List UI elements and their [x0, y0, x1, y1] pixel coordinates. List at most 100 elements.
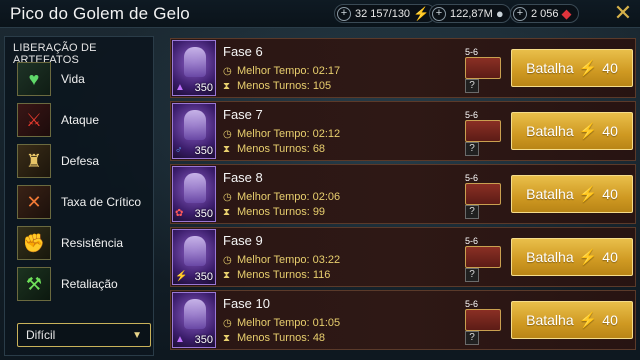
- question-icon[interactable]: ?: [465, 79, 479, 93]
- min-turns-line: ⧗ Menos Turnos: 68: [223, 143, 325, 155]
- stage-row[interactable]: ⚡ 350 Fase 9 ◷ Melhor Tempo: 03:22 ⧗ Menos…: [170, 227, 636, 287]
- add-gems-icon[interactable]: +: [513, 6, 527, 21]
- min-turns-line: ⧗ Menos Turnos: 116: [223, 269, 330, 281]
- battle-button[interactable]: Batalha ⚡ 40: [511, 238, 633, 276]
- sidebar-item-taxa-critico[interactable]: ✕ Taxa de Crítico: [17, 185, 149, 219]
- best-time-line: ◷ Melhor Tempo: 02:12: [223, 128, 340, 140]
- question-icon[interactable]: ?: [465, 331, 479, 345]
- reward-chest-icon[interactable]: [465, 246, 501, 268]
- clock-icon: ◷: [223, 317, 232, 329]
- golem-helm-icon: [184, 47, 206, 77]
- best-time: Melhor Tempo: 03:22: [237, 254, 341, 266]
- best-time: Melhor Tempo: 01:05: [237, 317, 341, 329]
- battle-label: Batalha: [526, 249, 574, 265]
- energy-bolt-icon: ⚡: [578, 249, 598, 266]
- reward-chest-icon[interactable]: [465, 120, 501, 142]
- hourglass-icon: ⧗: [223, 143, 231, 155]
- difficulty-value: Difícil: [26, 328, 56, 342]
- energy-cost: 40: [602, 249, 618, 265]
- hourglass-icon: ⧗: [223, 206, 231, 218]
- top-bar: Pico do Golem de Gelo + 32 157/130 ⚡ + 1…: [0, 0, 640, 28]
- question-icon[interactable]: ?: [465, 205, 479, 219]
- stage-row[interactable]: ✿ 350 Fase 8 ◷ Melhor Tempo: 02:06 ⧗ Menos…: [170, 164, 636, 224]
- battle-label: Batalha: [526, 123, 574, 139]
- golem-helm-icon: [184, 299, 206, 329]
- energy-bolt-icon: ⚡: [578, 312, 598, 329]
- silver-coin-icon: ●: [495, 6, 504, 21]
- back-icon[interactable]: ✕: [610, 2, 636, 26]
- energy-cost: 40: [602, 123, 618, 139]
- sidebar-item-ataque[interactable]: ⚔ Ataque: [17, 103, 149, 137]
- affinity-icon: ♂: [175, 145, 183, 156]
- tower-icon: ♜: [17, 144, 51, 178]
- battle-label: Batalha: [526, 186, 574, 202]
- scythe-icon: ⚒: [17, 267, 51, 301]
- clock-icon: ◷: [223, 191, 232, 203]
- energy-cost: 40: [602, 60, 618, 76]
- gem-icon: ◆: [561, 5, 572, 21]
- energy-bolt-icon: ⚡: [578, 123, 598, 140]
- battle-button[interactable]: Batalha ⚡ 40: [511, 301, 633, 339]
- sword-icon: ⚔: [17, 103, 51, 137]
- boss-portrait: ▲ 350: [172, 40, 216, 96]
- chevron-down-icon: ▼: [132, 329, 142, 341]
- boss-level: 350: [194, 82, 213, 94]
- energy-bolt-icon: ⚡: [413, 5, 430, 21]
- difficulty-dropdown[interactable]: Difícil ▼: [17, 323, 151, 347]
- reward-range: 5-6: [465, 173, 479, 183]
- min-turns: Menos Turnos: 105: [237, 80, 332, 92]
- sidebar-item-resistencia[interactable]: ✊ Resistência: [17, 226, 149, 260]
- reward-chest-icon[interactable]: [465, 309, 501, 331]
- add-energy-icon[interactable]: +: [337, 6, 351, 21]
- sidebar-item-defesa[interactable]: ♜ Defesa: [17, 144, 149, 178]
- best-time-line: ◷ Melhor Tempo: 03:22: [223, 254, 340, 266]
- best-time-line: ◷ Melhor Tempo: 01:05: [223, 317, 340, 329]
- min-turns: Menos Turnos: 99: [237, 206, 326, 218]
- min-turns: Menos Turnos: 68: [237, 143, 326, 155]
- affinity-icon: ⚡: [175, 271, 188, 282]
- hourglass-icon: ⧗: [223, 269, 231, 281]
- sidebar-item-vida[interactable]: ♥ Vida: [17, 62, 149, 96]
- stage-row[interactable]: ♂ 350 Fase 7 ◷ Melhor Tempo: 02:12 ⧗ Menos…: [170, 101, 636, 161]
- battle-button[interactable]: Batalha ⚡ 40: [511, 175, 633, 213]
- stage-row[interactable]: ▲ 350 Fase 10 ◷ Melhor Tempo: 01:05 ⧗ Meno…: [170, 290, 636, 350]
- boss-level: 350: [194, 208, 213, 220]
- stage-name: Fase 9: [223, 233, 263, 248]
- energy-value: 32 157/130: [355, 7, 411, 20]
- silver-value: 122,87M: [450, 7, 493, 20]
- clock-icon: ◷: [223, 254, 232, 266]
- best-time: Melhor Tempo: 02:12: [237, 128, 341, 140]
- reward-range: 5-6: [465, 299, 479, 309]
- battle-button[interactable]: Batalha ⚡ 40: [511, 49, 633, 87]
- best-time-line: ◷ Melhor Tempo: 02:17: [223, 65, 340, 77]
- reward-chest-icon[interactable]: [465, 57, 501, 79]
- question-icon[interactable]: ?: [465, 268, 479, 282]
- sidebar-item-retaliacao[interactable]: ⚒ Retaliação: [17, 267, 149, 301]
- fist-icon: ✊: [17, 226, 51, 260]
- battle-button[interactable]: Batalha ⚡ 40: [511, 112, 633, 150]
- energy-counter[interactable]: + 32 157/130 ⚡: [334, 4, 437, 23]
- battle-label: Batalha: [526, 60, 574, 76]
- add-silver-icon[interactable]: +: [432, 6, 446, 21]
- reward-chest-icon[interactable]: [465, 183, 501, 205]
- page-title: Pico do Golem de Gelo: [10, 4, 190, 23]
- min-turns-line: ⧗ Menos Turnos: 99: [223, 206, 325, 218]
- reward-range: 5-6: [465, 110, 479, 120]
- stage-row[interactable]: ▲ 350 Fase 6 ◷ Melhor Tempo: 02:17 ⧗ Menos…: [170, 38, 636, 98]
- heart-icon: ♥: [17, 62, 51, 96]
- sidebar-item-label: Ataque: [61, 113, 100, 127]
- question-icon[interactable]: ?: [465, 142, 479, 156]
- min-turns: Menos Turnos: 48: [237, 332, 326, 344]
- silver-counter[interactable]: + 122,87M ●: [429, 4, 511, 23]
- energy-cost: 40: [602, 312, 618, 328]
- golem-helm-icon: [184, 173, 206, 203]
- gems-value: 2 056: [531, 7, 559, 20]
- affinity-icon: ▲: [175, 82, 185, 93]
- min-turns: Menos Turnos: 116: [237, 269, 331, 281]
- stage-name: Fase 8: [223, 170, 263, 185]
- boss-portrait: ▲ 350: [172, 292, 216, 348]
- gems-counter[interactable]: + 2 056 ◆: [510, 4, 579, 23]
- golem-helm-icon: [184, 110, 206, 140]
- best-time: Melhor Tempo: 02:17: [237, 65, 341, 77]
- reward-range: 5-6: [465, 47, 479, 57]
